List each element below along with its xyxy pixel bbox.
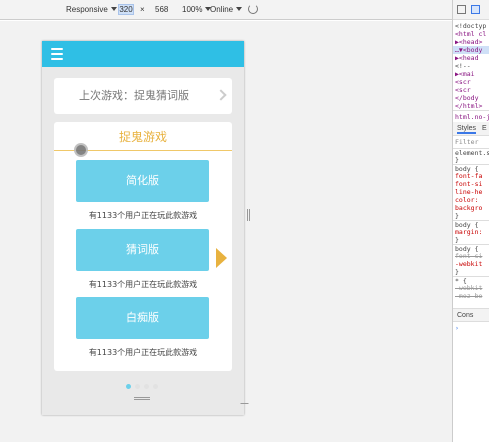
zoom-select[interactable]: 100%	[182, 5, 212, 14]
pager-dot[interactable]	[126, 384, 131, 389]
style-rule-line: color:	[455, 196, 479, 204]
style-rule-line: }	[455, 268, 459, 276]
style-rule-line: }	[455, 212, 459, 220]
device-select-label: Responsive	[66, 5, 108, 14]
device-toolbar: Responsive 320 × 568 100% Online	[0, 0, 452, 20]
breadcrumb[interactable]: html.no-js	[453, 110, 489, 122]
dom-node[interactable]: </body	[453, 94, 489, 102]
pager-dot[interactable]	[144, 384, 149, 389]
tab-event-listeners[interactable]: E	[482, 125, 487, 132]
app-header	[42, 41, 244, 67]
style-rule-line: body {	[453, 220, 489, 229]
style-rule-line: * {	[453, 276, 489, 285]
mode-button-guess[interactable]: 猜词版	[76, 229, 209, 271]
zoom-select-label: 100%	[182, 5, 203, 14]
mode-caption: 有1133个用户正在玩此款游戏	[88, 280, 198, 289]
chevron-right-icon	[215, 89, 227, 101]
style-rule-line: font-fa	[455, 172, 483, 180]
style-rule-line: backgro	[455, 204, 483, 212]
style-rule-line: line-he	[455, 188, 483, 196]
style-source[interactable]: element.s	[453, 148, 489, 157]
chevron-down-icon	[236, 7, 243, 11]
devtools-toolbar	[453, 0, 489, 20]
touch-cursor-icon	[74, 143, 88, 157]
style-rule-line: font-si	[455, 252, 483, 260]
device-mode-icon[interactable]	[471, 5, 480, 14]
dom-node-selected[interactable]: …▼<body	[453, 46, 489, 54]
network-select[interactable]: Online	[210, 5, 243, 14]
styles-tabs: Styles E	[453, 122, 489, 136]
style-rule-line: -webkit	[455, 260, 483, 268]
dom-node[interactable]: <scr	[453, 86, 489, 94]
devtools-panel: <!doctyp <html cl ▶<head> …▼<body ▶<head…	[452, 0, 489, 442]
last-game-label: 上次游戏：捉鬼猜词版	[79, 89, 189, 102]
style-rule-line: body {	[453, 244, 489, 253]
width-input[interactable]: 320	[118, 4, 134, 15]
chevron-down-icon	[110, 7, 117, 11]
tab-console[interactable]: Cons	[457, 312, 473, 319]
mode-caption: 有1133个用户正在玩此款游戏	[88, 211, 198, 220]
dom-node[interactable]: </html>	[453, 102, 489, 110]
style-rule-line: body {	[453, 164, 489, 173]
dom-node[interactable]: ▶<head>	[453, 38, 489, 46]
style-rule-line: -moz-bo	[455, 292, 483, 300]
style-rule-line: -webkit	[455, 284, 483, 292]
side-resize-handle[interactable]	[247, 209, 250, 221]
inspect-icon[interactable]	[457, 5, 466, 14]
dom-node[interactable]: ▶<head	[453, 54, 489, 62]
dom-node[interactable]: ▶<mai	[453, 70, 489, 78]
mode-button-simple[interactable]: 简化版	[76, 160, 209, 202]
device-select[interactable]: Responsive	[66, 5, 117, 14]
phone-screen: 上次游戏：捉鬼猜词版 捉鬼游戏 简化版 有1133个用户正在玩此款游戏 猜词版 …	[42, 41, 244, 415]
tab-styles[interactable]: Styles	[457, 125, 477, 134]
dom-node[interactable]: <scr	[453, 78, 489, 86]
rotate-icon[interactable]	[248, 4, 258, 14]
menu-icon[interactable]	[51, 48, 63, 60]
pager-dot[interactable]	[135, 384, 140, 389]
device-viewport-area: 上次游戏：捉鬼猜词版 捉鬼游戏 简化版 有1133个用户正在玩此款游戏 猜词版 …	[0, 21, 452, 442]
style-rule-line: margin:	[455, 228, 483, 236]
height-input[interactable]: 568	[155, 5, 168, 14]
game-panel: 捉鬼游戏 简化版 有1133个用户正在玩此款游戏 猜词版 有1133个用户正在玩…	[54, 122, 232, 371]
console-prompt[interactable]: ›	[453, 322, 489, 334]
style-rule-line: }	[455, 236, 459, 244]
dom-node[interactable]: <html cl	[453, 30, 489, 38]
styles-filter-input[interactable]: Filter	[453, 136, 489, 148]
style-rule-line: }	[455, 156, 459, 164]
last-game-card[interactable]: 上次游戏：捉鬼猜词版	[54, 78, 232, 114]
mode-button-idiot[interactable]: 白痴版	[76, 297, 209, 339]
pager-dots	[126, 379, 162, 389]
dom-node[interactable]: <!--	[453, 62, 489, 70]
next-arrow-icon[interactable]	[216, 248, 227, 268]
pager-dot[interactable]	[153, 384, 158, 389]
mode-caption: 有1133个用户正在玩此款游戏	[88, 348, 198, 357]
dimension-separator: ×	[140, 5, 145, 14]
dom-node[interactable]: <!doctyp	[453, 22, 489, 30]
dom-tree: <!doctyp <html cl ▶<head> …▼<body ▶<head…	[453, 20, 489, 110]
console-drawer-tabs: Cons	[453, 308, 489, 322]
network-select-label: Online	[210, 5, 234, 14]
style-rule-line: font-si	[455, 180, 483, 188]
bottom-resize-handle[interactable]	[134, 397, 150, 400]
